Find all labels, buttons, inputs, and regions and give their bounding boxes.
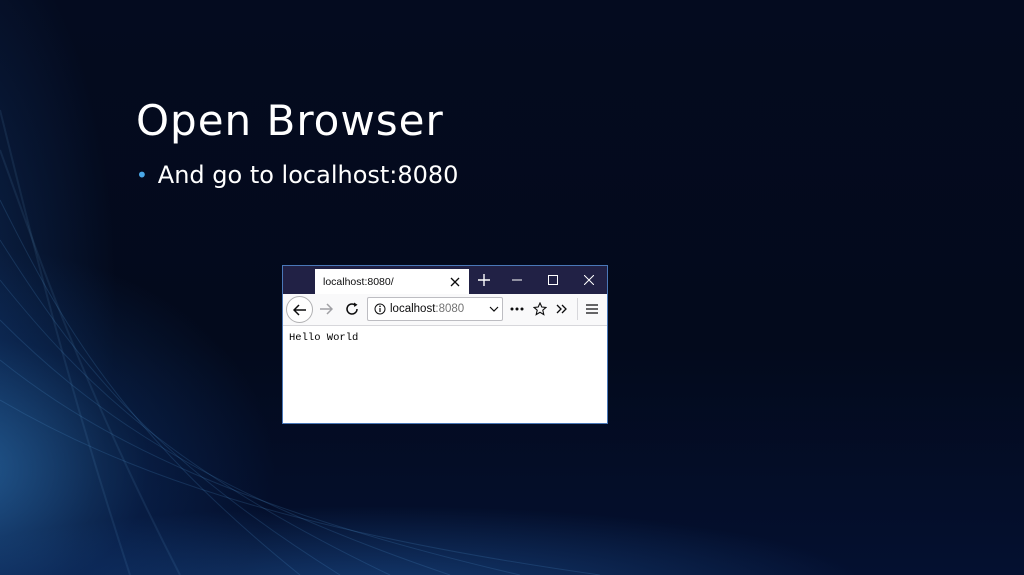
reload-icon[interactable] [341, 298, 363, 320]
url-host: localhost [390, 303, 436, 315]
slide-title: Open Browser [136, 96, 444, 145]
new-tab-icon[interactable] [469, 266, 499, 294]
url-text: localhost:8080 [390, 303, 464, 315]
maximize-icon[interactable] [535, 266, 571, 294]
info-icon[interactable] [374, 303, 386, 315]
tab-title: localhost:8080/ [323, 275, 394, 288]
bullet-text: And go to localhost:8080 [157, 161, 459, 189]
bookmark-star-icon[interactable] [529, 298, 551, 320]
page-text: Hello World [289, 332, 359, 344]
tab-bar: localhost:8080/ [283, 266, 607, 294]
navigation-toolbar: localhost:8080 [283, 294, 607, 326]
bullet-dot-icon: • [136, 163, 148, 187]
browser-window-screenshot: localhost:8080/ localhost:8080 Hello Wor… [282, 265, 608, 424]
bullet-item: • And go to localhost:8080 [136, 161, 458, 189]
url-port: :8080 [435, 303, 465, 315]
page-content: Hello World [283, 326, 607, 350]
hamburger-menu-icon[interactable] [581, 298, 603, 320]
overflow-icon[interactable] [551, 298, 573, 320]
back-icon[interactable] [286, 296, 313, 323]
dropdown-chevron-icon[interactable] [483, 298, 505, 320]
close-window-icon[interactable] [571, 266, 607, 294]
tab-close-icon[interactable] [445, 272, 465, 292]
minimize-icon[interactable] [499, 266, 535, 294]
page-actions-icon[interactable] [505, 298, 529, 320]
browser-tab[interactable]: localhost:8080/ [315, 267, 469, 294]
toolbar-separator [577, 298, 578, 320]
forward-icon[interactable] [315, 298, 337, 320]
